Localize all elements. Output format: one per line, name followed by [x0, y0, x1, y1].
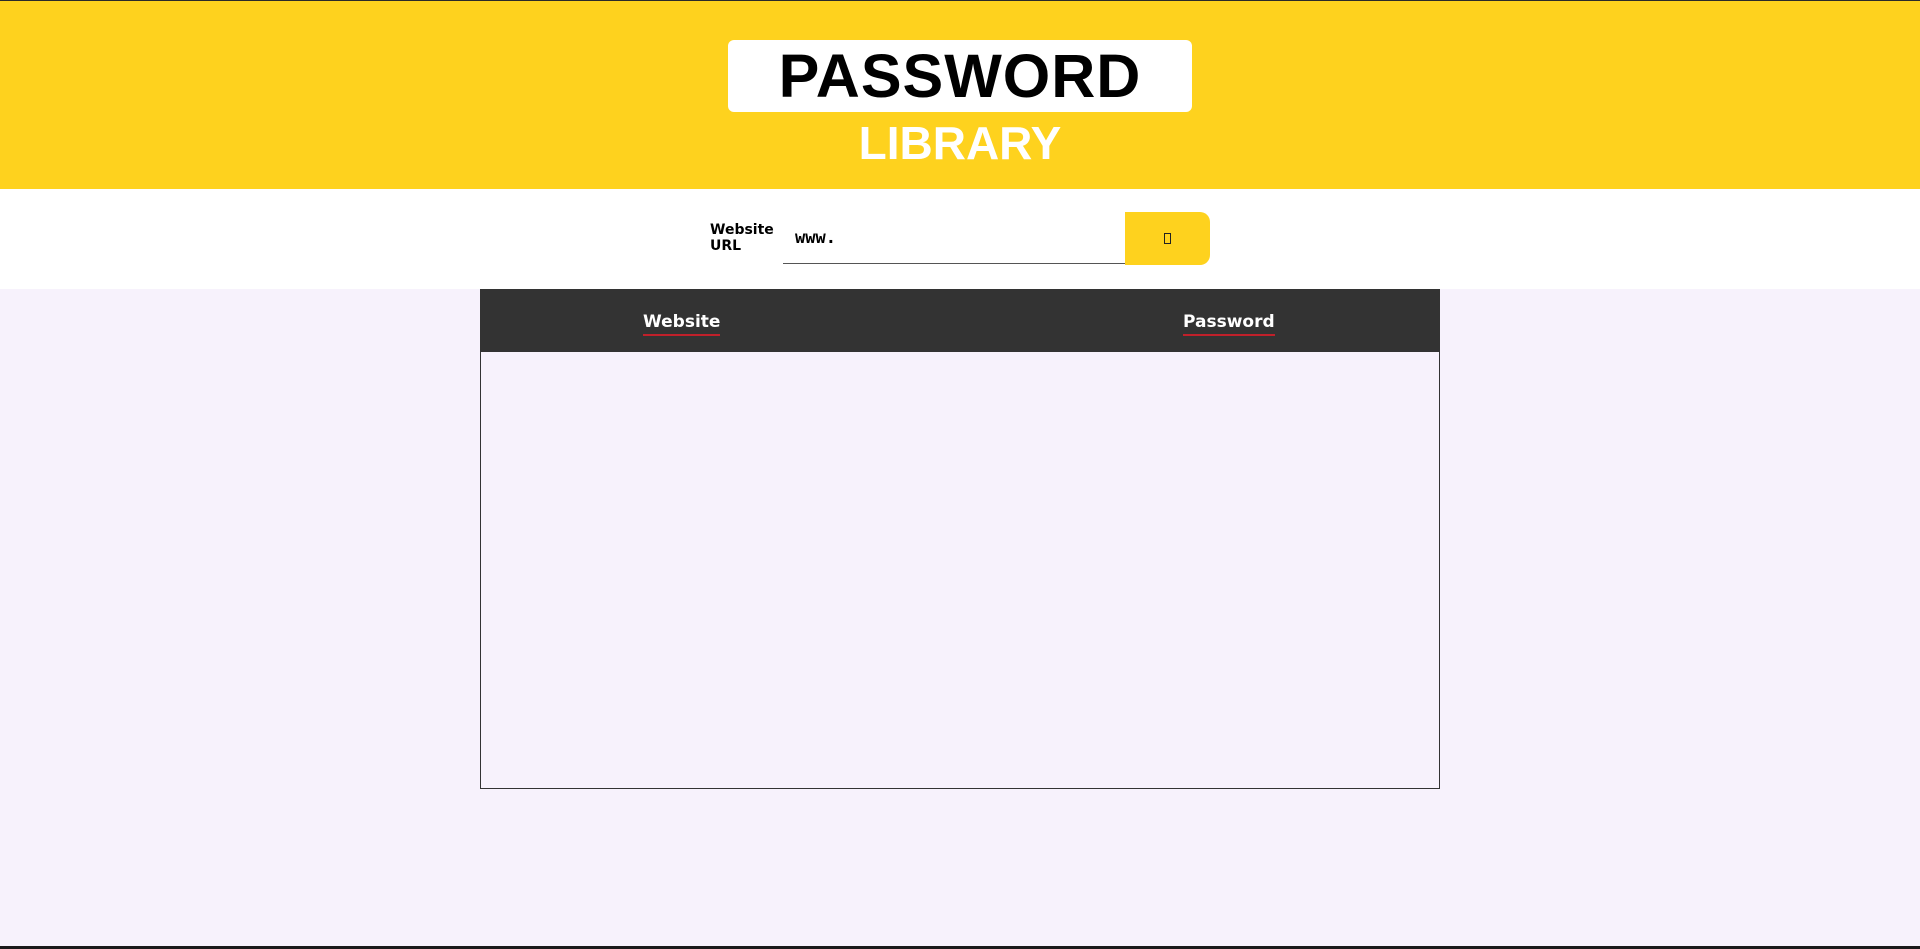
- website-url-label: Website URL: [710, 222, 774, 254]
- page-subtitle: LIBRARY: [858, 117, 1062, 169]
- column-header-website: Website: [643, 313, 721, 336]
- column-header-password: Password: [1183, 313, 1275, 336]
- page-header: PASSWORD LIBRARY: [0, 0, 1920, 189]
- table-body: [481, 352, 1439, 788]
- search-icon: [1164, 233, 1171, 244]
- search-button[interactable]: [1125, 212, 1210, 265]
- website-url-input[interactable]: [783, 212, 1126, 264]
- title-box: PASSWORD: [728, 40, 1192, 112]
- page-title: PASSWORD: [778, 41, 1142, 110]
- table-header: Website Password: [481, 290, 1439, 352]
- password-table: Website Password: [480, 289, 1440, 789]
- search-bar: Website URL: [0, 189, 1920, 289]
